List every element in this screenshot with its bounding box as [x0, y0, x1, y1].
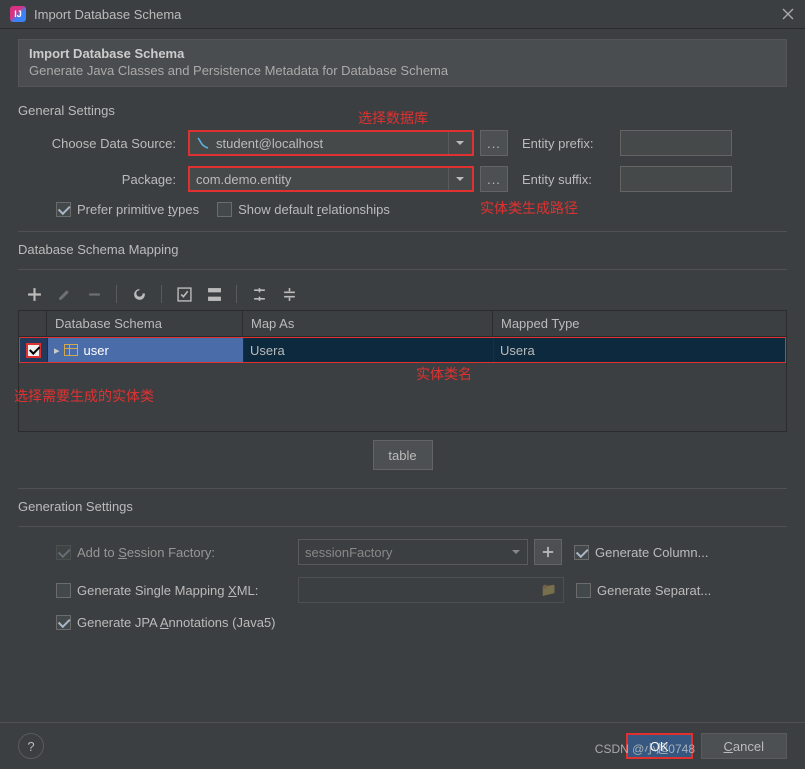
- checkbox-icon: [56, 615, 71, 630]
- checkbox-icon: [574, 545, 589, 560]
- row-mapped-type: Usera: [500, 343, 535, 358]
- section-general: General Settings: [18, 103, 787, 118]
- package-value: com.demo.entity: [196, 172, 291, 187]
- label-entity-suffix: Entity suffix:: [522, 172, 612, 187]
- close-icon[interactable]: [781, 7, 795, 21]
- expand-all-button[interactable]: [249, 284, 269, 304]
- package-combo[interactable]: com.demo.entity: [188, 166, 474, 192]
- prefer-primitive-checkbox[interactable]: Prefer primitive types: [56, 202, 199, 217]
- table-row[interactable]: ▸ user Usera Usera: [19, 337, 786, 363]
- add-session-button[interactable]: [534, 539, 562, 565]
- help-button[interactable]: ?: [18, 733, 44, 759]
- add-button[interactable]: [24, 284, 44, 304]
- banner-title: Import Database Schema: [29, 46, 776, 61]
- section-generation: Generation Settings: [18, 499, 787, 514]
- session-factory-combo[interactable]: sessionFactory: [298, 539, 528, 565]
- browse-datasource-button[interactable]: ...: [480, 130, 508, 156]
- window-title: Import Database Schema: [34, 7, 781, 22]
- row-map-as: Usera: [250, 343, 285, 358]
- remove-button: [84, 284, 104, 304]
- watermark: CSDN @小超0748: [595, 740, 695, 757]
- chevron-right-icon[interactable]: ▸: [54, 344, 60, 357]
- table-button[interactable]: table: [373, 440, 433, 470]
- show-default-rel-checkbox[interactable]: Show default relationships: [217, 202, 390, 217]
- checkbox-icon: [56, 583, 71, 598]
- generate-single-mapping-checkbox[interactable]: Generate Single Mapping XML:: [56, 583, 258, 598]
- row-name: user: [84, 343, 109, 358]
- select-tables-button[interactable]: [174, 284, 194, 304]
- generate-separate-checkbox[interactable]: Generate Separat...: [576, 583, 711, 598]
- entity-suffix-input[interactable]: [620, 166, 732, 192]
- th-schema[interactable]: Database Schema: [47, 311, 243, 336]
- data-source-combo[interactable]: student@localhost: [188, 130, 474, 156]
- banner: Import Database Schema Generate Java Cla…: [18, 39, 787, 87]
- refresh-button[interactable]: [129, 284, 149, 304]
- edit-button: [54, 284, 74, 304]
- banner-desc: Generate Java Classes and Persistence Me…: [29, 63, 776, 78]
- checkbox-icon: [217, 202, 232, 217]
- chevron-down-icon[interactable]: [448, 132, 466, 154]
- chevron-down-icon[interactable]: [511, 545, 521, 560]
- mapping-toolbar: [18, 274, 787, 310]
- folder-icon: 📁: [541, 582, 557, 598]
- entity-prefix-input[interactable]: [620, 130, 732, 156]
- generate-jpa-checkbox[interactable]: Generate JPA Annotations (Java5): [56, 615, 276, 630]
- data-source-value: student@localhost: [216, 136, 323, 151]
- app-icon: IJ: [10, 6, 26, 22]
- label-entity-prefix: Entity prefix:: [522, 136, 612, 151]
- label-package: Package:: [18, 172, 188, 187]
- th-map-as[interactable]: Map As: [243, 311, 493, 336]
- label-data-source: Choose Data Source:: [18, 136, 188, 151]
- add-to-session-checkbox: Add to Session Factory:: [56, 545, 215, 560]
- generate-column-checkbox[interactable]: Generate Column...: [574, 545, 708, 560]
- cancel-button[interactable]: Cancel: [701, 733, 787, 759]
- layout-button[interactable]: [204, 284, 224, 304]
- row-checkbox[interactable]: [26, 343, 41, 358]
- datasource-icon: [196, 136, 210, 150]
- table-icon: [64, 344, 78, 356]
- schema-table: Database Schema Map As Mapped Type ▸ use…: [18, 310, 787, 432]
- browse-package-button[interactable]: ...: [480, 166, 508, 192]
- checkbox-icon: [56, 202, 71, 217]
- checkbox-icon: [576, 583, 591, 598]
- th-mapped-type[interactable]: Mapped Type: [493, 311, 786, 336]
- checkbox-icon: [56, 545, 71, 560]
- chevron-down-icon[interactable]: [448, 168, 466, 190]
- mapping-path-input: 📁: [298, 577, 564, 603]
- collapse-all-button[interactable]: [279, 284, 299, 304]
- section-mapping: Database Schema Mapping: [18, 242, 787, 257]
